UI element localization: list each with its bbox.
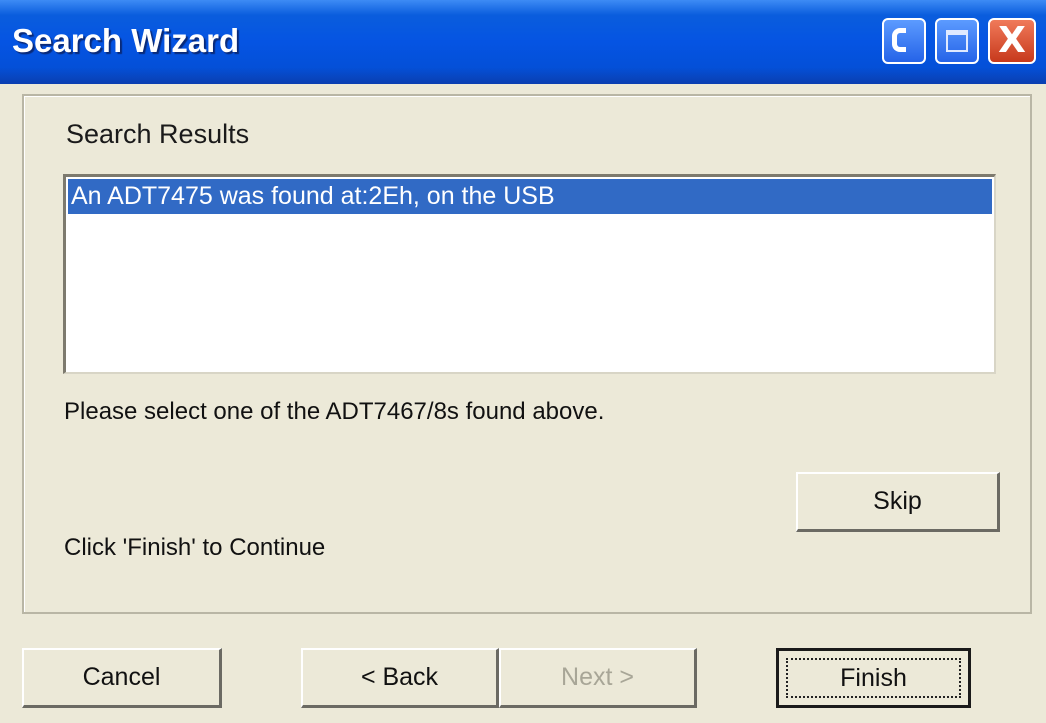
next-button-label: Next > bbox=[561, 663, 634, 691]
skip-button[interactable]: Skip bbox=[796, 472, 1000, 532]
back-button-label: < Back bbox=[360, 663, 439, 691]
finish-button[interactable]: Finish bbox=[776, 648, 971, 708]
search-results-list[interactable]: An ADT7475 was found at:2Eh, on the USB bbox=[63, 174, 996, 374]
minimize-button[interactable] bbox=[882, 18, 926, 64]
title-bar[interactable]: Search Wizard X bbox=[0, 0, 1046, 84]
list-item[interactable]: An ADT7475 was found at:2Eh, on the USB bbox=[68, 179, 992, 214]
maximize-icon bbox=[946, 30, 968, 52]
finish-button-label: Finish bbox=[840, 663, 907, 692]
continue-instruction: Click 'Finish' to Continue bbox=[64, 534, 326, 561]
next-button: Next > bbox=[499, 648, 697, 708]
selection-prompt: Please select one of the ADT7467/8s foun… bbox=[64, 398, 605, 425]
window-title: Search Wizard bbox=[12, 22, 240, 59]
minimize-icon bbox=[892, 28, 906, 52]
skip-button-label: Skip bbox=[873, 487, 922, 515]
search-results-heading: Search Results bbox=[66, 119, 250, 149]
close-button[interactable]: X bbox=[988, 18, 1036, 64]
back-button[interactable]: < Back bbox=[301, 648, 499, 708]
cancel-button-label: Cancel bbox=[82, 663, 161, 691]
cancel-button[interactable]: Cancel bbox=[22, 648, 222, 708]
close-icon: X bbox=[998, 20, 1026, 61]
maximize-button[interactable] bbox=[935, 18, 979, 64]
